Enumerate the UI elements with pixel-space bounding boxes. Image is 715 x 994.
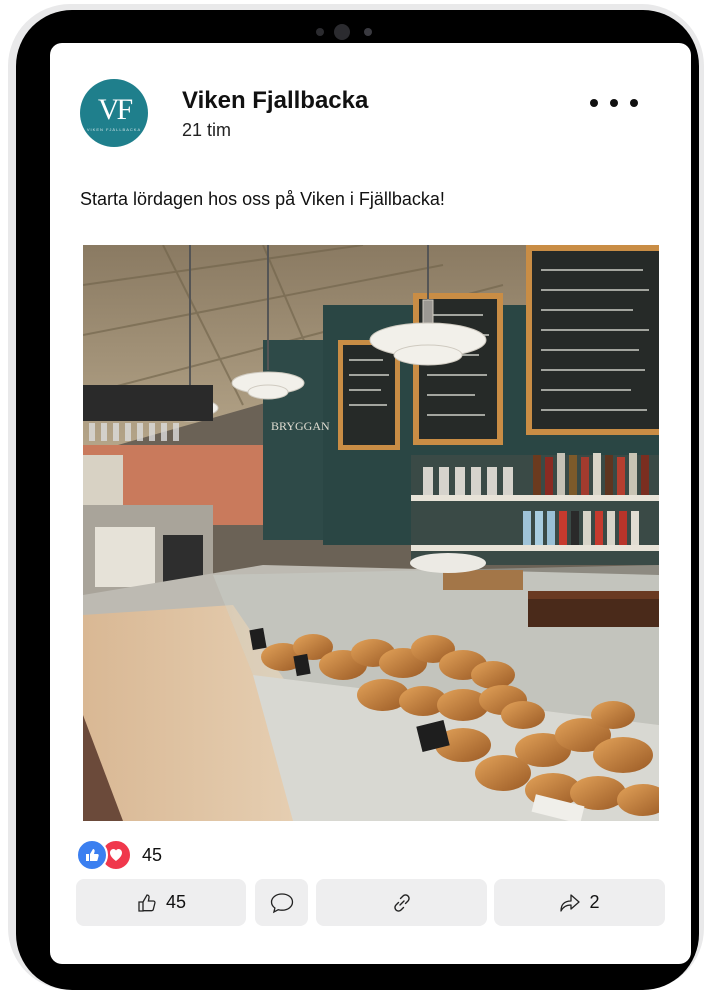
like-reaction-icon <box>76 839 108 871</box>
post-photo[interactable]: BRYGGAN <box>83 245 659 821</box>
avatar-subtext: VIKEN FJÄLLBACKA <box>86 126 142 132</box>
share-icon <box>560 893 581 912</box>
reaction-count: 45 <box>142 844 163 865</box>
thumbs-up-icon <box>138 893 156 912</box>
reaction-summary[interactable]: 45 <box>76 839 163 871</box>
sensor-dot <box>364 28 372 36</box>
share-count: 2 <box>589 892 600 912</box>
more-horizontal-icon <box>610 99 618 107</box>
comment-icon <box>270 892 293 913</box>
bakery-cafe-photo: BRYGGAN <box>83 245 659 821</box>
link-icon <box>393 893 410 912</box>
screen: VF VIKEN FJÄLLBACKA Viken Fjallbacka 21 … <box>50 43 691 964</box>
more-horizontal-icon <box>630 99 638 107</box>
like-count: 45 <box>165 892 187 912</box>
avatar-monogram: VF <box>97 92 133 126</box>
post-timestamp[interactable]: 21 tim <box>182 120 231 141</box>
camera-bar <box>316 24 416 40</box>
comment-button[interactable] <box>255 879 308 926</box>
post-text: Starta lördagen hos oss på Viken i Fjäll… <box>80 189 445 209</box>
more-horizontal-icon <box>590 99 598 107</box>
like-button[interactable]: 45 <box>76 879 246 926</box>
copy-link-button[interactable] <box>316 879 487 926</box>
camera-lens <box>334 24 350 40</box>
sensor-dot <box>316 28 324 36</box>
share-button[interactable]: 2 <box>494 879 665 926</box>
page-avatar[interactable]: VF VIKEN FJÄLLBACKA <box>80 79 148 147</box>
page-name[interactable]: Viken Fjallbacka <box>182 87 368 115</box>
more-options-button[interactable] <box>590 93 638 113</box>
bryggan-sign: BRYGGAN <box>271 419 330 433</box>
